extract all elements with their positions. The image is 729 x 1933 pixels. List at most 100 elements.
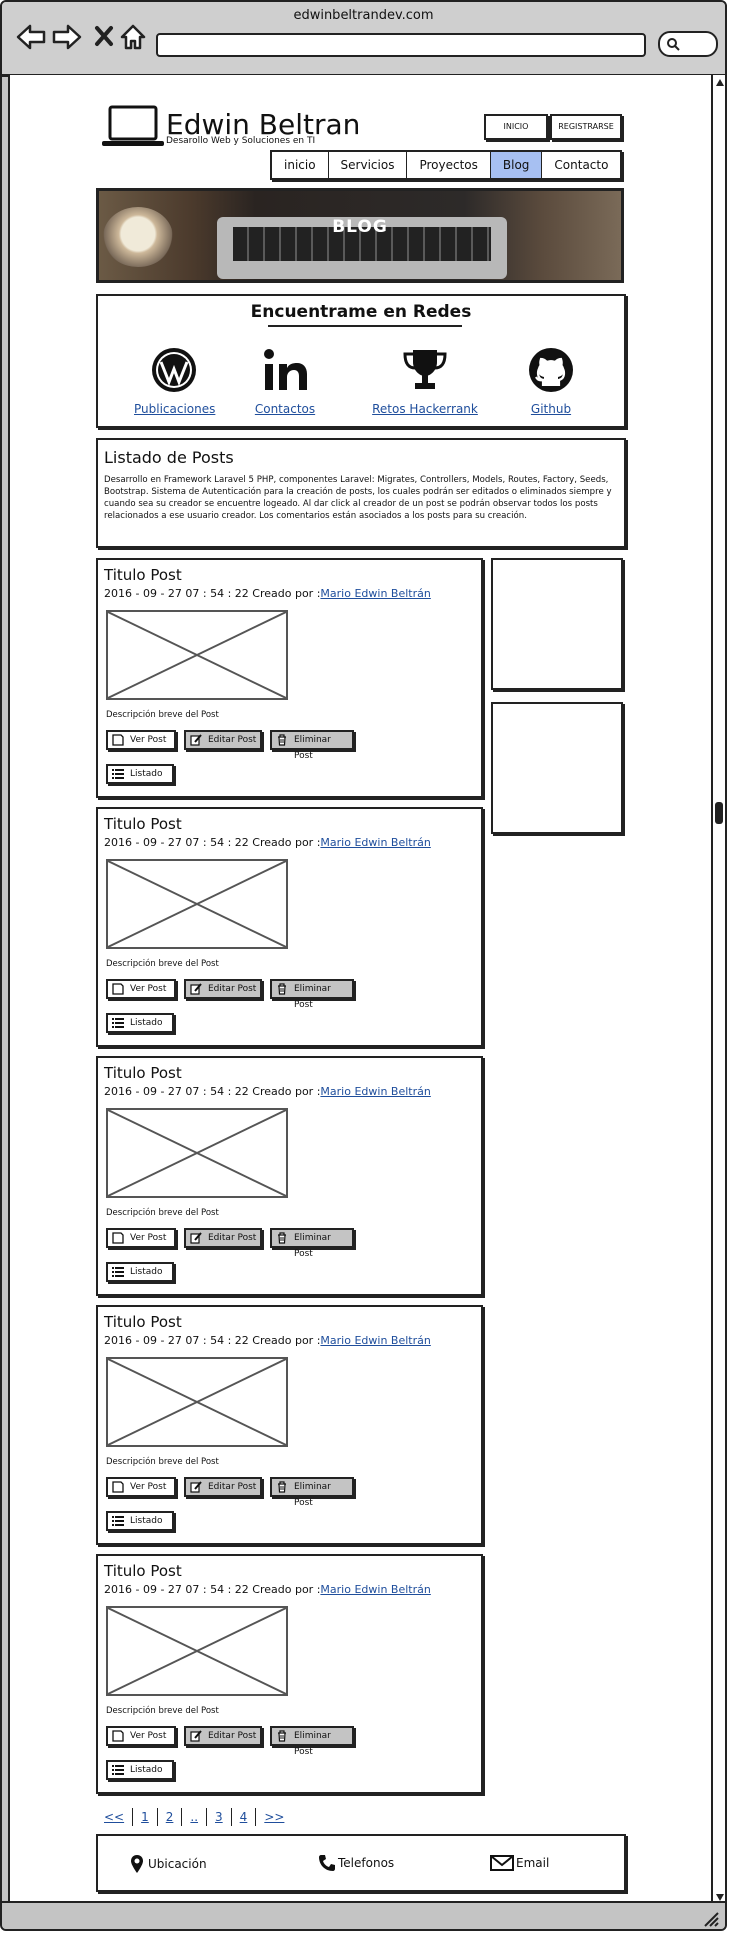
tab-contacto[interactable]: Contacto	[542, 152, 620, 178]
inicio-button[interactable]: INICIO	[484, 114, 548, 140]
post-meta: 2016 - 09 - 27 07 : 54 : 22 Creado por :…	[104, 1583, 431, 1596]
vertical-scrollbar[interactable]	[711, 75, 725, 1905]
post-author-link[interactable]: Mario Edwin Beltrán	[320, 1583, 430, 1596]
linkedin-icon	[264, 349, 307, 390]
post-title: Titulo Post	[104, 815, 182, 833]
post-image-placeholder	[106, 859, 288, 949]
list-icon	[112, 1018, 124, 1028]
page-last[interactable]: >>	[256, 1810, 292, 1824]
eliminar-post-label: Eliminar Post	[294, 984, 331, 1010]
post-author-link[interactable]: Mario Edwin Beltrán	[320, 1085, 430, 1098]
page-2[interactable]: 2	[158, 1810, 182, 1824]
editar-post-button[interactable]: Editar Post	[184, 1726, 262, 1746]
editar-post-button[interactable]: Editar Post	[184, 1477, 262, 1497]
eliminar-post-button[interactable]: Eliminar Post	[270, 1228, 354, 1259]
document-icon	[112, 1481, 124, 1493]
resize-grip-icon[interactable]	[703, 1911, 719, 1927]
browser-toolbar: edwinbeltrandev.com	[2, 2, 725, 77]
post-author-link[interactable]: Mario Edwin Beltrán	[320, 836, 430, 849]
page-first[interactable]: <<	[96, 1810, 132, 1824]
post-date: 2016 - 09 - 27 07 : 54 : 22 Creado por :	[104, 1583, 321, 1596]
forward-icon[interactable]	[52, 24, 82, 50]
eliminar-post-button[interactable]: Eliminar Post	[270, 730, 354, 761]
redes-item-contactos[interactable]: Contactos	[250, 346, 320, 416]
page-3[interactable]: 3	[207, 1810, 231, 1824]
redes-item-hackerrank[interactable]: Retos Hackerrank	[370, 346, 480, 416]
home-icon[interactable]	[120, 24, 146, 50]
post-author-link[interactable]: Mario Edwin Beltrán	[320, 587, 430, 600]
scroll-up-icon[interactable]	[716, 79, 724, 86]
editar-post-button[interactable]: Editar Post	[184, 979, 262, 999]
listado-button[interactable]: Listado	[106, 1013, 174, 1033]
redes-item-github[interactable]: Github	[526, 346, 576, 416]
tab-blog[interactable]: Blog	[490, 152, 543, 178]
redes-label-hackerrank[interactable]: Retos Hackerrank	[370, 402, 480, 416]
ver-post-button[interactable]: Ver Post	[106, 1228, 176, 1248]
trash-icon	[278, 1232, 286, 1244]
listado-label: Listado	[130, 1018, 163, 1028]
footer-ubicacion[interactable]: Ubicación	[130, 1854, 207, 1874]
listado-button[interactable]: Listado	[106, 764, 174, 784]
listado-label: Listado	[130, 769, 163, 779]
listado-button[interactable]: Listado	[106, 1511, 174, 1531]
eliminar-post-button[interactable]: Eliminar Post	[270, 1477, 354, 1508]
scrollbar-thumb[interactable]	[715, 802, 723, 824]
sidebar-box	[491, 558, 623, 690]
eliminar-post-label: Eliminar Post	[294, 735, 331, 761]
github-icon	[529, 348, 573, 392]
tab-proyectos[interactable]: Proyectos	[407, 152, 491, 178]
ver-post-button[interactable]: Ver Post	[106, 1726, 176, 1746]
listado-button[interactable]: Listado	[106, 1760, 174, 1780]
post-card: Titulo Post 2016 - 09 - 27 07 : 54 : 22 C…	[96, 558, 483, 798]
editar-post-button[interactable]: Editar Post	[184, 1228, 262, 1248]
document-icon	[112, 1730, 124, 1742]
footer-email[interactable]: Email	[490, 1854, 549, 1872]
page-ellipsis[interactable]: ..	[182, 1810, 206, 1824]
page-1[interactable]: 1	[133, 1810, 157, 1824]
post-image-placeholder	[106, 1606, 288, 1696]
ver-post-label: Ver Post	[130, 735, 167, 745]
back-icon[interactable]	[16, 24, 46, 50]
main-nav: inicio Servicios Proyectos Blog Contacto	[270, 150, 623, 180]
post-description: Descripción breve del Post	[106, 1706, 219, 1716]
phone-icon	[319, 1855, 335, 1871]
tab-servicios[interactable]: Servicios	[329, 152, 408, 178]
post-meta: 2016 - 09 - 27 07 : 54 : 22 Creado por :…	[104, 587, 431, 600]
ver-post-button[interactable]: Ver Post	[106, 979, 176, 999]
ver-post-label: Ver Post	[130, 1482, 167, 1492]
page-4[interactable]: 4	[232, 1810, 256, 1824]
stop-icon[interactable]	[94, 24, 114, 48]
edit-icon	[190, 734, 202, 746]
editar-post-label: Editar Post	[208, 1233, 257, 1243]
eliminar-post-label: Eliminar Post	[294, 1731, 331, 1757]
post-card: Titulo Post 2016 - 09 - 27 07 : 54 : 22 C…	[96, 1554, 483, 1794]
eliminar-post-button[interactable]: Eliminar Post	[270, 1726, 354, 1757]
tab-inicio[interactable]: inicio	[272, 152, 329, 178]
editar-post-button[interactable]: Editar Post	[184, 730, 262, 750]
ver-post-button[interactable]: Ver Post	[106, 1477, 176, 1497]
post-card: Titulo Post 2016 - 09 - 27 07 : 54 : 22 C…	[96, 1056, 483, 1296]
footer-telefonos[interactable]: Telefonos	[318, 1854, 394, 1872]
post-card: Titulo Post 2016 - 09 - 27 07 : 54 : 22 C…	[96, 807, 483, 1047]
redes-item-publicaciones[interactable]: Publicaciones	[134, 346, 215, 416]
listado-description: Desarrollo en Framework Laravel 5 PHP, c…	[104, 475, 612, 521]
ver-post-button[interactable]: Ver Post	[106, 730, 176, 750]
registrarse-button[interactable]: REGISTRARSE	[550, 114, 622, 140]
trash-icon	[278, 1730, 286, 1742]
scroll-down-icon[interactable]	[716, 1894, 724, 1901]
address-bar[interactable]	[156, 33, 646, 57]
redes-label-contactos[interactable]: Contactos	[250, 402, 320, 416]
post-date: 2016 - 09 - 27 07 : 54 : 22 Creado por :	[104, 1334, 321, 1347]
eliminar-post-button[interactable]: Eliminar Post	[270, 979, 354, 1010]
listado-button[interactable]: Listado	[106, 1262, 174, 1282]
ver-post-label: Ver Post	[130, 984, 167, 994]
footer: Ubicación Telefonos Email	[96, 1834, 626, 1892]
post-author-link[interactable]: Mario Edwin Beltrán	[320, 1334, 430, 1347]
post-title: Titulo Post	[104, 1064, 182, 1082]
banner-title: BLOG	[332, 217, 388, 237]
browser-search-field[interactable]	[658, 31, 718, 57]
redes-label-publicaciones[interactable]: Publicaciones	[134, 402, 215, 416]
laptop-logo-icon	[102, 105, 164, 146]
redes-label-github[interactable]: Github	[526, 402, 576, 416]
redes-title: Encuentrame en Redes	[250, 302, 472, 322]
